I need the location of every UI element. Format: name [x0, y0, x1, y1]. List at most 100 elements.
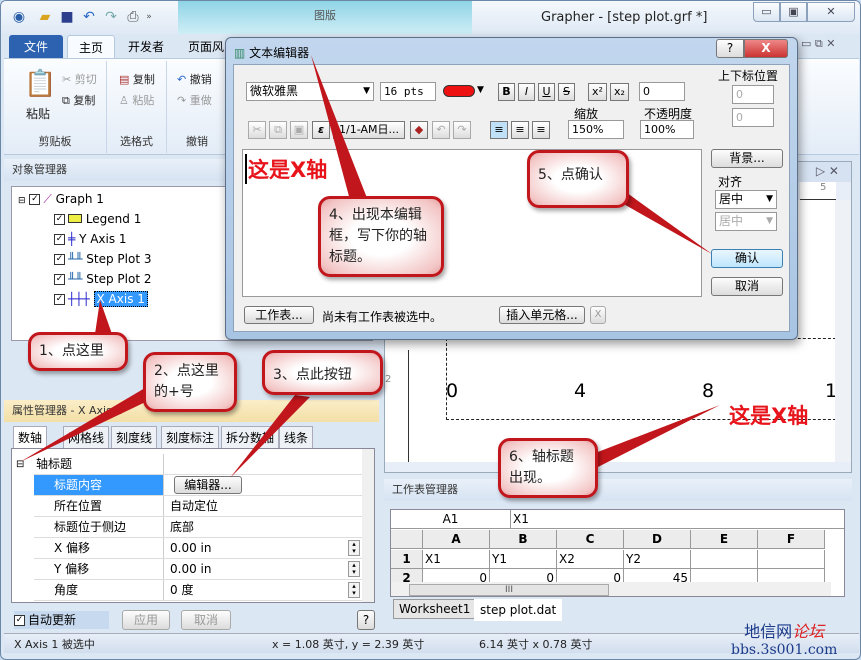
column-header[interactable]: C [557, 530, 624, 549]
x-axis-title[interactable]: 这是X轴 [729, 400, 808, 430]
horizontal-scrollbar[interactable]: III [391, 582, 831, 596]
vertical-align-select[interactable]: 居中 ▼ [715, 212, 777, 231]
copy-icon[interactable]: ⧉ [269, 121, 287, 139]
open-folder-icon[interactable]: ▰ [37, 9, 53, 25]
save-icon[interactable]: ■ [59, 9, 75, 25]
app-orb-icon[interactable]: ◉ [11, 9, 27, 25]
property-row[interactable]: 角度 0 度 ▴ ▾ [34, 580, 362, 601]
tree-item-legend[interactable]: ✓ Legend 1 [54, 210, 141, 228]
property-row[interactable]: 所在位置 自动定位 [34, 496, 362, 517]
table-cell[interactable]: X1 [423, 550, 490, 569]
sub-h-offset-input[interactable]: 0 [732, 85, 774, 104]
collapse-icon[interactable]: ⊟ [16, 459, 24, 470]
paste-format-button[interactable]: ♙ 粘贴 [119, 92, 154, 108]
doc-close-icon[interactable]: ▷ ✕ [816, 164, 839, 178]
tree-item-step-plot-2[interactable]: ✓ ╨╨ Step Plot 2 [54, 270, 151, 288]
table-cell[interactable] [691, 550, 758, 569]
align-left-button[interactable]: ≡ [490, 121, 508, 139]
tab-home[interactable]: 主页 [67, 35, 115, 59]
text-content-area[interactable]: 这是X轴 [242, 149, 702, 297]
tab-developer[interactable]: 开发者 [121, 35, 171, 59]
tree-item-x-axis[interactable]: ✓ ┼┼┼ X Axis 1 [54, 290, 148, 308]
redo-icon[interactable]: ↷ [103, 9, 119, 25]
cut-icon[interactable]: ✂ [248, 121, 266, 139]
copy-button[interactable]: ⧉ 复制 [62, 92, 95, 108]
property-scrollbar[interactable] [362, 449, 374, 602]
apply-button[interactable]: 应用 [122, 610, 170, 630]
opacity-input[interactable]: 100% [640, 120, 694, 139]
close-button[interactable]: ✕ [807, 2, 855, 22]
paste-icon[interactable]: 📋 [24, 69, 56, 99]
tab-grid[interactable]: 网格线 [63, 426, 110, 448]
editor-button[interactable]: 编辑器... [174, 476, 242, 494]
tab-worksheet1[interactable]: Worksheet1 [393, 599, 477, 619]
align-right-button[interactable]: ≡ [532, 121, 550, 139]
date-time-button[interactable]: 1/1-AM日... [333, 121, 405, 139]
mdi-controls[interactable]: ▭ ⧉ ✕ [801, 37, 835, 51]
property-row[interactable]: Y 偏移 0.00 in ▴ ▾ [34, 559, 362, 580]
table-cell[interactable]: Y1 [490, 550, 557, 569]
property-row[interactable]: X 偏移 0.00 in ▴ ▾ [34, 538, 362, 559]
font-select[interactable]: 微软雅黑 ▼ [246, 82, 374, 101]
minimize-button[interactable]: ▭ [753, 2, 780, 22]
tab-page-style[interactable]: 页面风 [181, 35, 231, 59]
subscript-button[interactable]: x₂ [610, 83, 629, 101]
tree-item-graph[interactable]: ⊟ ✓ ⟋ Graph 1 [18, 190, 104, 208]
tab-line[interactable]: 线条 [279, 426, 314, 448]
redo-icon[interactable]: ↷ [453, 121, 471, 139]
checkbox[interactable]: ✓ [54, 254, 65, 265]
tab-break[interactable]: 拆分数轴 [221, 426, 280, 448]
checkbox[interactable]: ✓ [54, 294, 65, 305]
undo-button[interactable]: ↶ 撤销 [177, 71, 212, 87]
column-header[interactable]: B [490, 530, 557, 549]
tab-tick-labels[interactable]: 刻度标注 [161, 426, 220, 448]
spinner[interactable]: ▴ ▾ [348, 540, 360, 556]
chevron-down-icon[interactable]: ▼ [477, 85, 484, 95]
print-icon[interactable]: ⎙ [125, 9, 141, 25]
cell-value-input[interactable]: X1 [511, 510, 844, 529]
horizontal-align-select[interactable]: 居中 ▼ [715, 190, 777, 209]
tab-axis[interactable]: 数轴 [13, 426, 48, 448]
tab-file[interactable]: 文件 [9, 35, 63, 59]
worksheet-button[interactable]: 工作表... [244, 306, 314, 324]
close-button[interactable]: X [744, 39, 788, 58]
checkbox[interactable]: ✓ [54, 214, 65, 225]
corner-cell[interactable] [391, 530, 423, 549]
ok-button[interactable]: 确认 [711, 249, 783, 268]
insert-cell-button[interactable]: 插入单元格... [499, 306, 585, 324]
italic-button[interactable]: I [518, 83, 535, 101]
restore-button[interactable]: ▣ [780, 2, 807, 22]
sub-v-offset-input[interactable]: 0 [732, 108, 774, 127]
line-spacing-input[interactable]: 0 [639, 82, 685, 101]
table-cell[interactable]: Y2 [624, 550, 691, 569]
context-tab-plate[interactable]: 图版 [178, 1, 472, 34]
clear-button[interactable]: X [590, 306, 606, 324]
column-header[interactable]: A [423, 530, 490, 549]
undo-icon[interactable]: ↶ [81, 9, 97, 25]
symbol-button[interactable]: ε [312, 121, 330, 139]
cut-button[interactable]: ✂ 剪切 [62, 71, 97, 87]
redo-button[interactable]: ↷ 重做 [177, 92, 212, 108]
tree-item-step-plot-3[interactable]: ✓ ╨╨ Step Plot 3 [54, 250, 151, 268]
property-section[interactable]: 轴标题 [34, 454, 362, 475]
table-cell[interactable] [758, 550, 825, 569]
copy-format-button[interactable]: ▤ 复制 [119, 71, 155, 87]
table-cell[interactable]: X2 [557, 550, 624, 569]
collapse-icon[interactable]: ⊟ [18, 196, 26, 206]
tab-step-plot-dat[interactable]: step plot.dat [474, 599, 563, 621]
cancel-button[interactable]: 取消 [181, 610, 231, 630]
book-icon[interactable]: ◆ [410, 121, 428, 139]
paste-button[interactable]: 粘贴 [26, 105, 50, 122]
checkbox[interactable]: ✓ [54, 234, 65, 245]
more-icon[interactable]: » [145, 9, 153, 25]
undo-icon[interactable]: ↶ [432, 121, 450, 139]
spinner[interactable]: ▴ ▾ [348, 561, 360, 577]
checkbox[interactable]: ✓ [14, 615, 25, 626]
align-center-button[interactable]: ≡ [511, 121, 529, 139]
vertical-scrollbar[interactable] [835, 200, 851, 462]
help-button[interactable]: ? [357, 610, 375, 630]
checkbox[interactable]: ✓ [54, 274, 65, 285]
paste-icon[interactable]: ▣ [290, 121, 308, 139]
column-header[interactable]: D [624, 530, 691, 549]
column-header[interactable]: F [758, 530, 825, 549]
